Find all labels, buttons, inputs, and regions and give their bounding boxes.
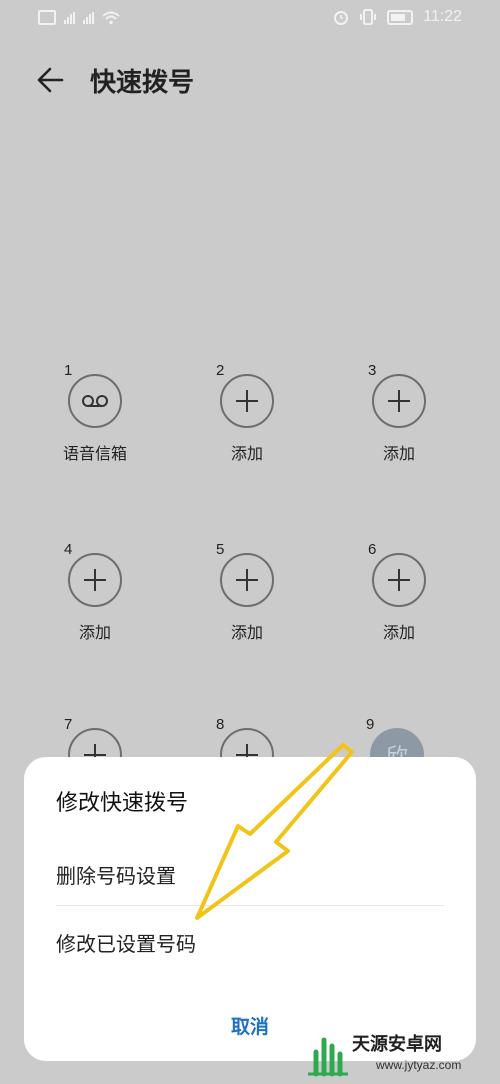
speed-dial-slot-2[interactable]: 2 添加: [216, 362, 336, 482]
plus-icon[interactable]: [372, 374, 426, 428]
bottom-sheet-dialog: 修改快速拨号 删除号码设置 修改已设置号码 取消: [24, 757, 476, 1061]
slot-number: 5: [216, 541, 225, 558]
slot-number: 3: [368, 362, 377, 379]
slot-label: 添加: [78, 623, 111, 642]
plus-icon[interactable]: [372, 553, 426, 607]
speed-dial-slot-4[interactable]: 4 添加: [64, 541, 184, 661]
plus-icon[interactable]: [68, 553, 122, 607]
alarm-icon: [334, 11, 349, 25]
speed-dial-slot-6[interactable]: 6 添加: [368, 541, 488, 661]
slot-number: 1: [64, 362, 73, 379]
speed-dial-slot-1[interactable]: 1 语音信箱: [63, 362, 184, 482]
status-left: [38, 10, 120, 25]
plus-icon[interactable]: [220, 553, 274, 607]
delete-number-setting-option[interactable]: 删除号码设置: [56, 860, 176, 889]
slot-number: 6: [368, 541, 377, 558]
watermark-name: 天源安卓网: [352, 1034, 442, 1055]
slot-number: 7: [64, 716, 73, 733]
slot-number: 2: [216, 362, 225, 379]
slot-number: 4: [64, 541, 73, 558]
vibrate-icon: [360, 9, 377, 25]
battery-icon: [387, 9, 414, 25]
watermark-url: www.jytyaz.com: [376, 1058, 462, 1072]
slot-label: 添加: [382, 623, 415, 642]
status-right: 11:22: [333, 8, 462, 26]
speed-dial-slot-3[interactable]: 3 添加: [368, 362, 488, 482]
slot-number: 9: [366, 716, 375, 733]
plus-icon[interactable]: [220, 374, 274, 428]
slot-label: 添加: [382, 444, 415, 463]
modify-number-option[interactable]: 修改已设置号码: [56, 928, 196, 957]
slot-number: 8: [216, 716, 225, 733]
app-header: 快速拨号: [0, 50, 500, 110]
arrow-left-icon[interactable]: [32, 60, 72, 100]
page-title: 快速拨号: [90, 68, 195, 98]
hd-icon: [38, 10, 56, 25]
sheet-title: 修改快速拨号: [56, 791, 189, 816]
status-bar: 11:22: [0, 0, 500, 38]
signal-icon-2: [83, 11, 94, 24]
slot-label: 语音信箱: [62, 444, 127, 463]
slot-label: 添加: [230, 444, 263, 463]
status-time: 11:22: [423, 8, 462, 25]
signal-icon: [64, 11, 75, 24]
wifi-icon: [102, 11, 120, 24]
voicemail-icon[interactable]: [68, 374, 122, 428]
slot-label: 添加: [230, 623, 263, 642]
speed-dial-slot-5[interactable]: 5 添加: [216, 541, 336, 661]
divider: [56, 905, 444, 906]
